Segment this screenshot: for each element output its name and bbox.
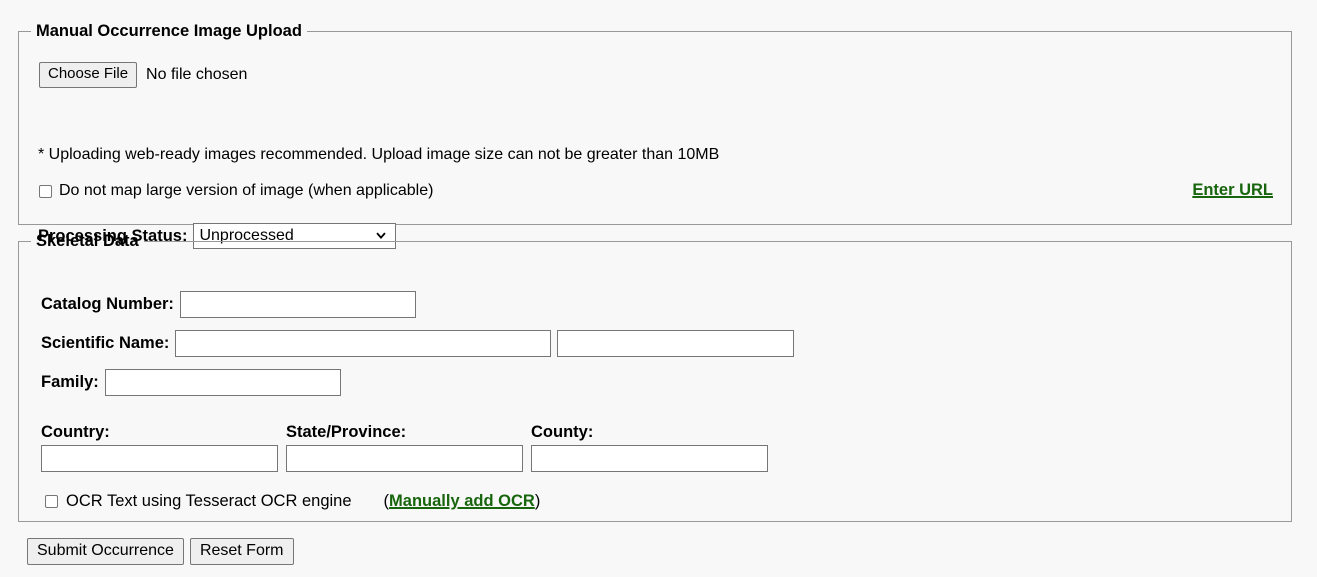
- form-action-buttons: Submit Occurrence Reset Form: [27, 538, 294, 566]
- upload-size-notice: * Uploading web-ready images recommended…: [38, 146, 720, 163]
- occurrence-image-upload-page: Manual Occurrence Image Upload Choose Fi…: [0, 0, 1317, 577]
- county-input[interactable]: [531, 445, 768, 472]
- scientific-name-row: Scientific Name:: [41, 330, 795, 357]
- geography-block: Country: State/Province: County:: [41, 423, 801, 472]
- choose-file-button[interactable]: Choose File: [39, 62, 138, 88]
- manually-add-ocr-wrapper: (Manually add OCR): [384, 492, 541, 511]
- reset-form-button[interactable]: Reset Form: [189, 538, 294, 566]
- do-not-map-large-image-row[interactable]: Do not map large version of image (when …: [39, 182, 433, 200]
- country-label: Country:: [41, 423, 110, 441]
- do-not-map-large-image-checkbox[interactable]: [39, 184, 52, 198]
- scientific-name-author-input[interactable]: [557, 330, 795, 357]
- geography-labels-row: Country: State/Province: County:: [41, 423, 801, 445]
- state-province-input[interactable]: [286, 445, 523, 472]
- skeletal-section-legend: Skeletal Data: [36, 232, 139, 250]
- do-not-map-large-image-label: Do not map large version of image (when …: [59, 182, 434, 199]
- skeletal-section-body: Catalog Number: Scientific Name: Family:…: [19, 251, 1291, 521]
- catalog-number-input[interactable]: [179, 291, 416, 318]
- ocr-tesseract-label: OCR Text using Tesseract OCR engine: [66, 492, 352, 510]
- submit-occurrence-button[interactable]: Submit Occurrence: [27, 538, 184, 566]
- country-input[interactable]: [41, 445, 278, 472]
- upload-section-legend: Manual Occurrence Image Upload: [36, 22, 302, 40]
- upload-section-body: Choose File No file chosen * Uploading w…: [19, 41, 1291, 249]
- geography-inputs-row: [41, 445, 801, 472]
- ocr-close-paren: ): [534, 492, 541, 510]
- file-upload-row: Choose File No file chosen: [39, 62, 247, 88]
- scientific-name-label: Scientific Name:: [41, 334, 170, 352]
- county-label: County:: [531, 423, 594, 441]
- manually-add-ocr-link[interactable]: Manually add OCR: [389, 492, 535, 510]
- family-input[interactable]: [104, 369, 341, 396]
- ocr-row: OCR Text using Tesseract OCR engine (Man…: [45, 492, 540, 511]
- enter-url-link[interactable]: Enter URL: [1192, 181, 1273, 200]
- family-label: Family:: [41, 373, 99, 391]
- manual-occurrence-image-upload-fieldset: Manual Occurrence Image Upload Choose Fi…: [18, 22, 1292, 249]
- family-row: Family:: [41, 369, 341, 396]
- catalog-number-label: Catalog Number:: [41, 295, 174, 313]
- skeletal-data-fieldset: Skeletal Data Catalog Number: Scientific…: [18, 232, 1292, 522]
- catalog-number-row: Catalog Number:: [41, 291, 416, 318]
- state-province-label: State/Province:: [286, 423, 407, 441]
- file-status-text: No file chosen: [146, 65, 248, 83]
- scientific-name-input[interactable]: [175, 330, 552, 357]
- ocr-tesseract-checkbox[interactable]: [45, 495, 58, 508]
